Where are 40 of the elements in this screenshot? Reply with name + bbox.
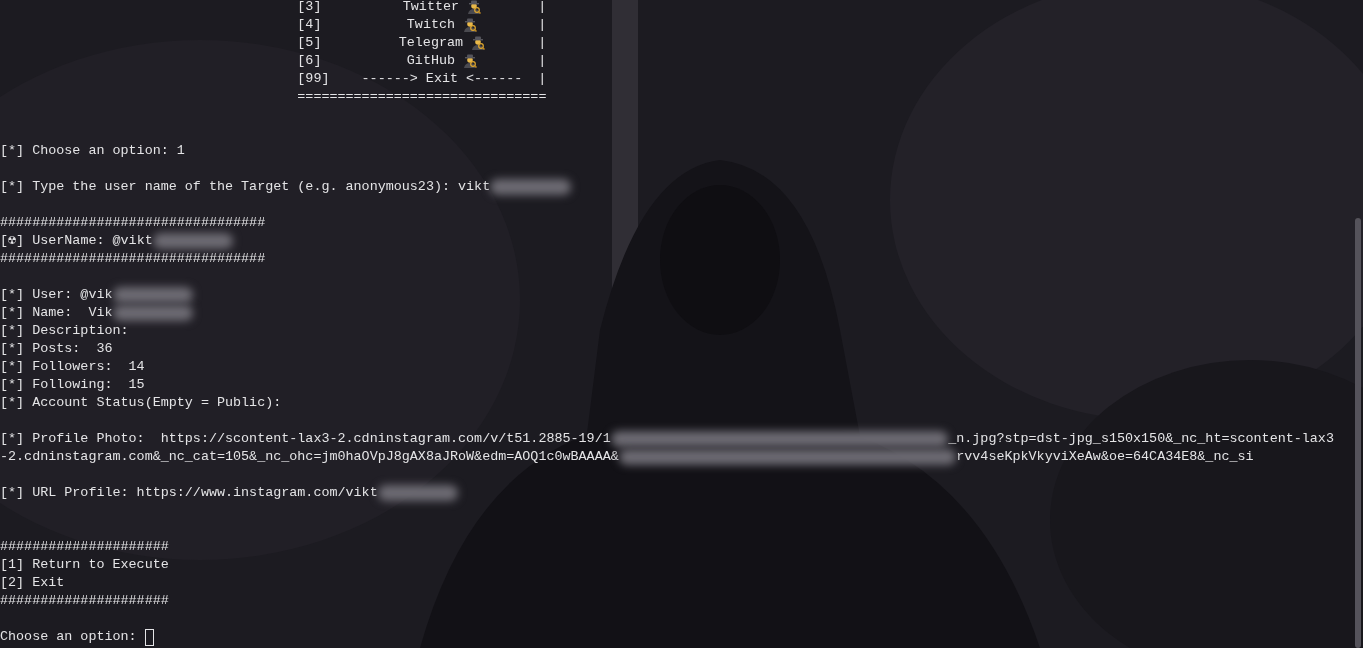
output-text: [*] Following: 15 <box>0 376 145 394</box>
output-text: [*] User: @vik <box>0 286 113 304</box>
prompt-text: Choose an option: <box>0 628 138 646</box>
border-char: | <box>538 70 547 88</box>
output-text: [*] Choose an option: 1 <box>0 142 185 160</box>
scrollbar-thumb[interactable] <box>1355 218 1361 648</box>
divider-text: ##################### <box>0 538 169 556</box>
menu-label: Twitter <box>402 0 460 16</box>
output-text: [☢] UserName: @vikt <box>0 232 153 250</box>
menu-label: ------> Exit <------ <box>361 70 523 88</box>
output-text: [*] Profile Photo: https://scontent-lax3-2.cdninstagram.com/v/t51.2885-19/1 <box>0 430 611 448</box>
output-text: [*] Description: <box>0 322 129 340</box>
output-text: [*] Account Status(Empty = Public): <box>0 394 282 412</box>
output-text: [*] Name: Vik <box>0 304 113 322</box>
output-text: rvv4seKpkVkyviXeAw&oe=64CA34E8&_nc_si <box>956 448 1254 466</box>
menu-label: GitHub <box>406 52 456 70</box>
output-text: _n.jpg?stp=dst-jpg_s150x150&_nc_ht=scontent-lax3 <box>948 430 1334 448</box>
menu-number: [6] <box>297 52 323 70</box>
menu-label: Twitch <box>406 16 456 34</box>
divider-text: ################################# <box>0 250 266 268</box>
divider-text: ##################### <box>0 592 169 610</box>
output-text: [*] Type the user name of the Target (e.g. anonymous23): vikt <box>0 178 491 196</box>
menu-number: [99] <box>297 70 331 88</box>
menu-number: [3] <box>297 0 323 16</box>
output-text: [*] Followers: 14 <box>0 358 145 376</box>
border-char: | <box>538 0 547 16</box>
border-char: | <box>538 34 547 52</box>
menu-label: Telegram <box>398 34 464 52</box>
output-text: [2] Exit <box>0 574 65 592</box>
output-text: -2.cdninstagram.com&_nc_cat=105&_nc_ohc=jm0haOVpJ8gAX8aJRoW&edm=AOQ1c0wBAAAA& <box>0 448 619 466</box>
border-char: | <box>538 16 547 34</box>
menu-number: [5] <box>297 34 323 52</box>
output-text: [1] Return to Execute <box>0 556 169 574</box>
output-text: [*] URL Profile: https://www.instagram.com/vikt <box>0 484 378 502</box>
divider-text: =============================== <box>297 88 547 106</box>
border-char: | <box>538 52 547 70</box>
divider-text: ################################# <box>0 214 266 232</box>
menu-number: [4] <box>297 16 323 34</box>
text-cursor <box>144 628 154 646</box>
output-text: [*] Posts: 36 <box>0 340 113 358</box>
